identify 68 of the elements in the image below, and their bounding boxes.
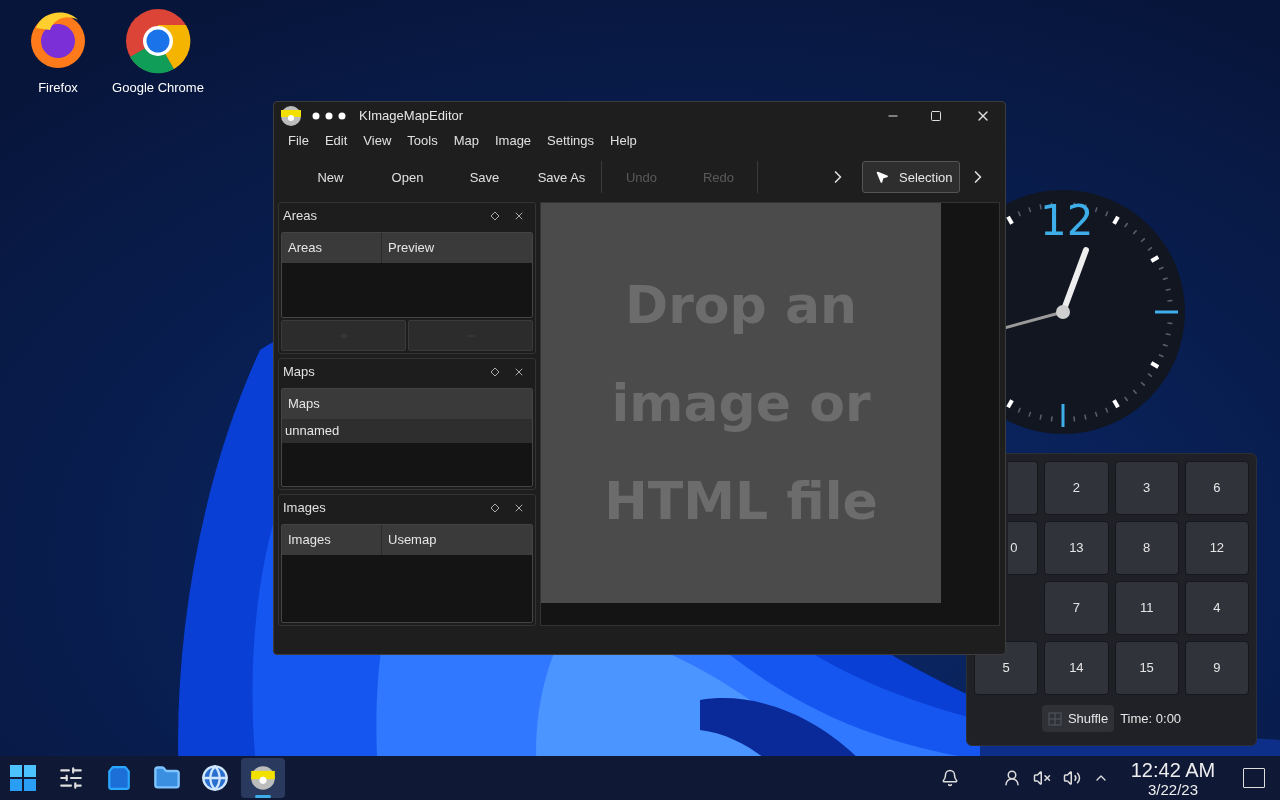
menu-item[interactable]: File	[281, 131, 316, 151]
column-header[interactable]: Areas	[282, 233, 382, 263]
toolbar-button[interactable]: Save	[446, 161, 523, 194]
shuffle-button[interactable]: Shuffle	[1041, 705, 1115, 732]
puzzle-tile[interactable]: 8	[1114, 521, 1179, 575]
puzzle-tile[interactable]: 12	[1184, 521, 1249, 575]
folder-icon	[153, 764, 181, 792]
puzzle-tile[interactable]: 11	[1114, 581, 1179, 635]
menu-item[interactable]: View	[356, 131, 399, 151]
dock-title: Maps	[283, 363, 316, 382]
desktop-icon-label[interactable]: Firefox	[38, 78, 78, 98]
app-icon	[280, 105, 302, 128]
puzzle-tile[interactable]: 3	[1114, 461, 1179, 515]
puzzle-tile[interactable]: 2	[1044, 461, 1109, 515]
grid-icon	[1047, 711, 1062, 726]
dock-title: Areas	[283, 207, 318, 226]
close-icon[interactable]	[513, 366, 525, 378]
puzzle-tile[interactable]: 15	[1114, 641, 1179, 695]
shopping-bag-icon	[106, 765, 132, 791]
toolbar-button[interactable]: Open	[369, 161, 446, 194]
puzzle-tile[interactable]: 13	[1044, 521, 1109, 575]
menu-item[interactable]: Image	[487, 131, 539, 151]
notification-icon[interactable]	[941, 769, 959, 787]
taskbar-date[interactable]: 3/22/23	[1147, 781, 1198, 797]
toolbar-button[interactable]: Save As	[523, 161, 600, 194]
show-desktop-button[interactable]	[1243, 768, 1265, 788]
menu-item[interactable]: Tools	[400, 131, 445, 151]
puzzle-tile[interactable]: 0	[1008, 521, 1039, 575]
mute-icon[interactable]	[1033, 769, 1051, 787]
toolbar-button[interactable]: New	[292, 161, 369, 194]
puzzle-tile[interactable]: 6	[1184, 461, 1249, 515]
puzzle-tile[interactable]	[1008, 461, 1039, 515]
menu-item[interactable]: Help	[603, 131, 644, 151]
sliders-icon	[58, 765, 84, 791]
close-icon[interactable]	[513, 502, 525, 514]
column-header[interactable]: Images	[282, 525, 382, 555]
chrome-icon[interactable]	[125, 8, 191, 74]
puzzle-tile[interactable]: 7	[1044, 581, 1109, 635]
pointer-icon	[875, 170, 889, 185]
column-header[interactable]: Maps	[282, 389, 532, 419]
puzzle-tile[interactable]: 14	[1044, 641, 1109, 695]
dock-title: Images	[283, 499, 327, 518]
float-icon[interactable]	[490, 367, 500, 377]
app-icon	[250, 765, 276, 791]
menu-item[interactable]: Map	[446, 131, 486, 151]
column-header[interactable]: Preview	[382, 233, 532, 263]
window-title: KImageMapEditor	[359, 107, 465, 126]
float-icon[interactable]	[490, 503, 500, 513]
start-icon	[9, 764, 37, 792]
menu-item[interactable]: Settings	[540, 131, 602, 151]
elapsed-time: Time: 0:00	[1120, 709, 1182, 728]
user-icon[interactable]	[1003, 769, 1021, 787]
volume-icon[interactable]	[1063, 769, 1081, 787]
puzzle-tile[interactable]: 9	[1184, 641, 1249, 695]
more-icon[interactable]	[312, 112, 346, 121]
desktop-icon-label[interactable]: Google Chrome	[112, 78, 204, 98]
close-icon[interactable]	[513, 210, 525, 222]
column-header[interactable]: Usemap	[382, 525, 532, 555]
maximize-icon[interactable]	[930, 110, 942, 123]
float-icon[interactable]	[490, 211, 500, 221]
taskbar-app[interactable]	[241, 758, 285, 798]
puzzle-tile[interactable]: 4	[1184, 581, 1249, 635]
list-row[interactable]: unnamed	[282, 419, 532, 443]
taskbar-time[interactable]: 12:42 AM	[1130, 759, 1216, 780]
globe-icon	[201, 764, 229, 792]
menu-item[interactable]: Edit	[317, 131, 355, 151]
selection-button[interactable]: Selection	[862, 161, 960, 194]
clock-numeral: 12	[1040, 200, 1094, 242]
